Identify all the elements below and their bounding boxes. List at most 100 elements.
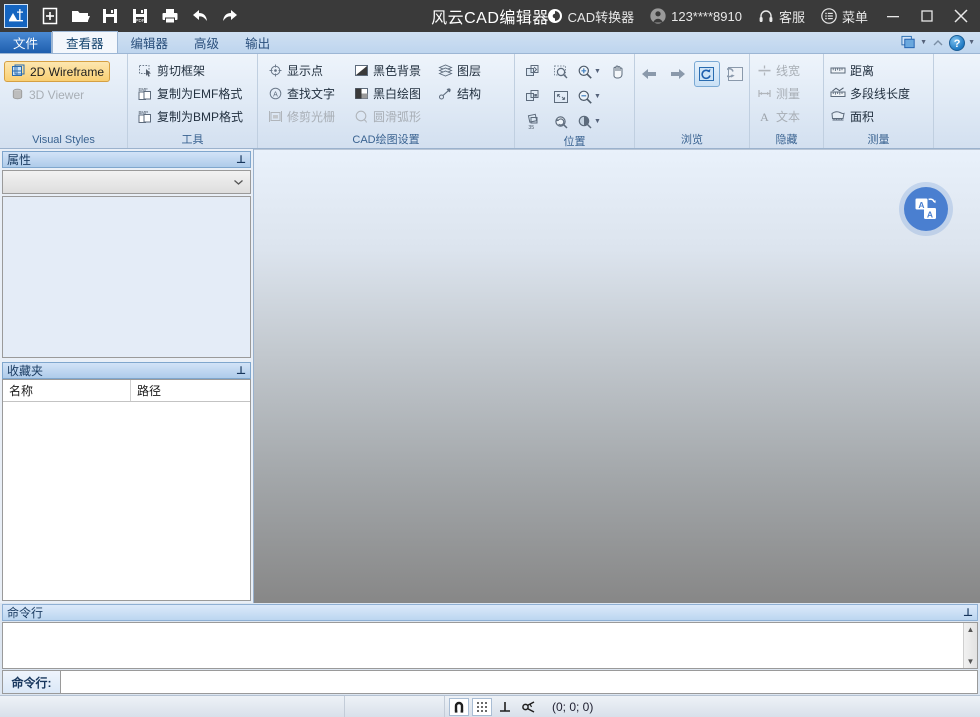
window-options-icon[interactable] bbox=[901, 35, 917, 51]
print-button[interactable] bbox=[156, 2, 184, 30]
ribbon-item-2d-wireframe[interactable]: 2D Wireframe bbox=[4, 61, 111, 82]
tab-output[interactable]: 输出 bbox=[232, 32, 283, 53]
zoom-previous-button[interactable] bbox=[548, 110, 574, 133]
tab-viewer[interactable]: 查看器 bbox=[52, 31, 118, 53]
ribbon-item-find-text[interactable]: A 查找文字 bbox=[262, 82, 340, 105]
chevron-down-icon[interactable] bbox=[230, 174, 246, 190]
account-button[interactable]: 123****8910 bbox=[642, 0, 750, 32]
ribbon-item-3d-viewer[interactable]: 3D Viewer bbox=[4, 83, 110, 106]
ribbon-group-title: CAD绘图设置 bbox=[352, 134, 420, 146]
collapse-chevron-icon[interactable] bbox=[930, 35, 946, 51]
menu-button[interactable]: 菜单 bbox=[813, 0, 876, 32]
ribbon-group-filler bbox=[934, 54, 980, 148]
smooth-arc-icon bbox=[353, 109, 369, 125]
command-history-scrollbar[interactable]: ▲ ▼ bbox=[963, 623, 977, 668]
help-caret-icon[interactable]: ▼ bbox=[968, 39, 975, 46]
translate-button[interactable]: A A bbox=[904, 187, 948, 231]
undo-button[interactable] bbox=[186, 2, 214, 30]
fit-screen-button[interactable] bbox=[548, 85, 574, 108]
favorites-rows[interactable] bbox=[3, 402, 250, 600]
ribbon-item-label: 距离 bbox=[850, 64, 875, 78]
ribbon-item-polyline-length[interactable]: 多段线长度 bbox=[828, 82, 912, 105]
ribbon-item-black-background[interactable]: 黑色背景 bbox=[348, 59, 426, 82]
polar-toggle[interactable] bbox=[518, 698, 538, 716]
tab-file[interactable]: 文件 bbox=[0, 32, 53, 53]
command-input[interactable] bbox=[60, 670, 978, 694]
monochrome-icon bbox=[353, 86, 369, 102]
zoom-out-button[interactable]: ▼ bbox=[572, 85, 606, 108]
pan-button[interactable] bbox=[604, 60, 630, 83]
ribbon-group-title: 浏览 bbox=[681, 134, 703, 146]
ribbon-item-copy-emf[interactable]: EMF 复制为EMF格式 bbox=[132, 82, 248, 105]
svg-text:A: A bbox=[760, 110, 769, 124]
coordinates-readout: (0; 0; 0) bbox=[552, 699, 594, 714]
ortho-toggle[interactable] bbox=[495, 698, 515, 716]
ribbon-item-copy-bmp[interactable]: BMP 复制为BMP格式 bbox=[132, 105, 248, 128]
converter-icon bbox=[547, 8, 563, 24]
new-file-button[interactable] bbox=[36, 2, 64, 30]
favorites-column-name[interactable]: 名称 bbox=[3, 380, 131, 401]
favorites-column-path[interactable]: 路径 bbox=[131, 380, 250, 401]
ribbon-item-crop-frame[interactable]: 剪切框架 bbox=[132, 59, 248, 82]
properties-object-selector[interactable] bbox=[2, 170, 251, 194]
scroll-down-button[interactable]: ▼ bbox=[967, 655, 975, 668]
command-panel-title: 命令行 bbox=[7, 606, 44, 620]
zoom-out-caret-icon[interactable]: ▼ bbox=[594, 93, 601, 100]
crop-frame-icon bbox=[137, 63, 153, 79]
support-button[interactable]: 客服 bbox=[750, 0, 813, 32]
rotate-35-button[interactable]: 35 bbox=[520, 110, 546, 133]
ribbon-item-area[interactable]: 面积 bbox=[828, 105, 912, 128]
ribbon-item-distance[interactable]: 距离 bbox=[828, 59, 912, 82]
status-segment-left bbox=[0, 696, 345, 717]
open-file-button[interactable] bbox=[66, 2, 94, 30]
properties-grid[interactable] bbox=[2, 196, 251, 358]
drawing-canvas[interactable]: A A bbox=[254, 149, 980, 603]
ribbon-item-text[interactable]: A 文本 bbox=[754, 105, 802, 128]
quick-access-toolbar: PDF bbox=[0, 2, 244, 30]
maximize-button[interactable] bbox=[910, 0, 944, 32]
pin-icon[interactable]: ⊥ bbox=[236, 364, 246, 377]
ribbon-item-dimension[interactable]: 测量 bbox=[754, 82, 802, 105]
refresh-view-button[interactable] bbox=[693, 61, 720, 87]
redo-button[interactable] bbox=[216, 2, 244, 30]
restore-view-button[interactable] bbox=[723, 61, 749, 87]
back-button[interactable] bbox=[636, 61, 662, 87]
tab-advanced[interactable]: 高级 bbox=[181, 32, 232, 53]
zoom-marquee-button[interactable] bbox=[548, 60, 574, 83]
pin-icon[interactable]: ⊥ bbox=[963, 606, 973, 619]
close-button[interactable] bbox=[944, 0, 978, 32]
pin-icon[interactable]: ⊥ bbox=[236, 153, 246, 166]
ribbon-item-smooth-arc[interactable]: 圆滑弧形 bbox=[348, 105, 426, 128]
window-options-caret-icon[interactable]: ▼ bbox=[920, 39, 927, 46]
ribbon-group-tools: 剪切框架 EMF 复制为EMF格式 BMP 复制为BMP格式 工具 bbox=[128, 54, 258, 148]
favorites-panel: 名称 路径 bbox=[2, 379, 251, 601]
cad-converter-button[interactable]: CAD转换器 bbox=[539, 0, 642, 32]
scroll-up-button[interactable]: ▲ bbox=[967, 623, 975, 636]
show-points-icon bbox=[267, 63, 283, 79]
ribbon-item-show-points[interactable]: 显示点 bbox=[262, 59, 340, 82]
osnap-toggle[interactable] bbox=[449, 697, 469, 716]
grid-toggle[interactable] bbox=[472, 697, 492, 716]
command-history[interactable]: ▲ ▼ bbox=[2, 622, 978, 669]
zoom-realtime-caret-icon[interactable]: ▼ bbox=[594, 118, 601, 125]
ribbon-item-layers[interactable]: 图层 bbox=[432, 59, 486, 82]
ribbon-item-structure[interactable]: 结构 bbox=[432, 82, 486, 105]
help-button[interactable]: ? bbox=[949, 34, 966, 51]
zoom-extents-button[interactable] bbox=[520, 85, 546, 108]
save-button[interactable] bbox=[96, 2, 124, 30]
forward-button[interactable] bbox=[665, 61, 691, 87]
zoom-in-button[interactable]: ▼ bbox=[572, 60, 606, 83]
structure-icon bbox=[437, 86, 453, 102]
minimize-button[interactable] bbox=[876, 0, 910, 32]
save-as-pdf-button[interactable]: PDF bbox=[126, 2, 154, 30]
titlebar-right-group: CAD转换器 123****8910 客服 菜单 bbox=[539, 0, 980, 32]
zoom-realtime-button[interactable]: ▼ bbox=[572, 110, 606, 133]
tab-editor[interactable]: 编辑器 bbox=[118, 32, 182, 53]
zoom-window-button[interactable] bbox=[520, 60, 546, 83]
app-logo bbox=[4, 4, 28, 28]
ribbon-item-label: 复制为EMF格式 bbox=[157, 87, 243, 101]
ribbon-item-monochrome[interactable]: 黑白绘图 bbox=[348, 82, 426, 105]
ribbon-item-lineweight[interactable]: 线宽 bbox=[754, 59, 802, 82]
ribbon-item-trim-raster[interactable]: 修剪光栅 bbox=[262, 105, 340, 128]
zoom-in-caret-icon[interactable]: ▼ bbox=[594, 68, 601, 75]
